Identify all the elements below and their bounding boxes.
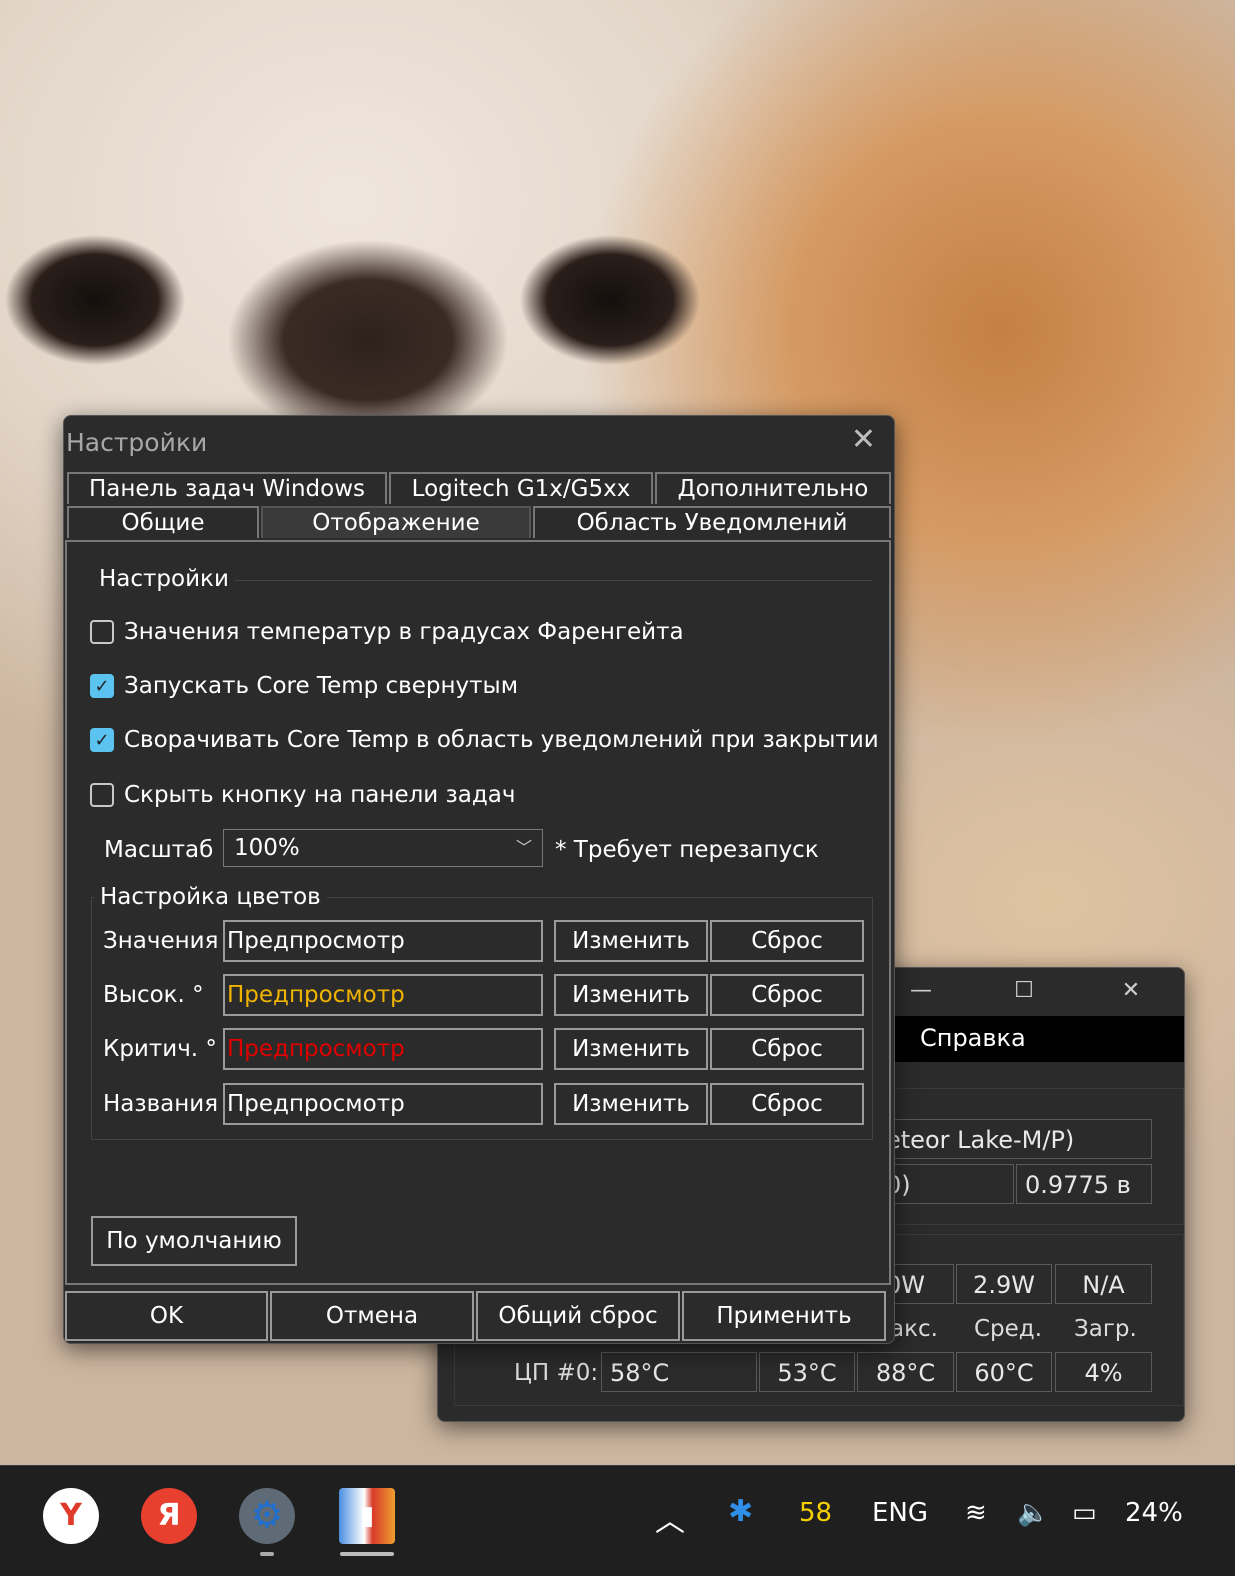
color-preview: Предпросмотр xyxy=(223,920,543,962)
chevron-down-icon: ﹀ xyxy=(515,838,532,857)
color-preview: Предпросмотр xyxy=(223,974,543,1016)
reset-color-button[interactable]: Сброс xyxy=(710,1083,864,1125)
voltage-field: 0.9775 в xyxy=(1016,1164,1152,1204)
core-min-temp: 53°C xyxy=(759,1352,855,1392)
color-row-label: Высок. ° xyxy=(103,982,204,1008)
apply-button[interactable]: Применить xyxy=(682,1291,886,1341)
start-minimized-option[interactable]: ✓ Запускать Core Temp свернутым xyxy=(90,671,518,701)
reset-color-button[interactable]: Сброс xyxy=(710,1028,864,1070)
yandex-icon[interactable]: Я xyxy=(141,1488,197,1544)
reset-color-button[interactable]: Сброс xyxy=(710,920,864,962)
battery-percent[interactable]: 24% xyxy=(1125,1498,1183,1528)
wifi-icon[interactable]: ≋ xyxy=(965,1498,987,1528)
cancel-button[interactable]: Отмена xyxy=(270,1291,474,1341)
colors-group-title: Настройка цветов xyxy=(94,884,327,910)
color-preview: Предпросмотр xyxy=(223,1028,543,1070)
tab-logitech[interactable]: Logitech G1x/G5xx xyxy=(389,472,653,504)
start-minimized-label: Запускать Core Temp свернутым xyxy=(124,673,519,699)
minimize-to-tray-checkbox[interactable]: ✓ xyxy=(90,728,114,752)
change-color-button[interactable]: Изменить xyxy=(554,920,708,962)
minimize-to-tray-label: Сворачивать Core Temp в область уведомле… xyxy=(124,727,879,753)
settings-gear-icon[interactable]: ⚙ xyxy=(239,1488,295,1544)
bluetooth-icon[interactable]: ✱ xyxy=(728,1494,753,1529)
color-row-label: Названия xyxy=(103,1091,219,1117)
menu-help[interactable]: Справка xyxy=(920,1024,1026,1052)
column-header-avg: Сред. xyxy=(974,1316,1043,1342)
minimize-button[interactable]: — xyxy=(898,976,944,1006)
reset-all-button[interactable]: Общий сброс xyxy=(476,1291,680,1341)
battery-icon[interactable]: ▭ xyxy=(1072,1498,1097,1528)
fahrenheit-checkbox[interactable] xyxy=(90,620,114,644)
change-color-button[interactable]: Изменить xyxy=(554,1083,708,1125)
reset-color-button[interactable]: Сброс xyxy=(710,974,864,1016)
core-load: 4% xyxy=(1055,1352,1152,1392)
active-app-indicator xyxy=(340,1552,394,1556)
core-max-temp: 88°C xyxy=(857,1352,954,1392)
core-label: ЦП #0: xyxy=(514,1360,599,1386)
language-indicator[interactable]: ENG xyxy=(872,1498,928,1528)
color-row-label: Критич. ° xyxy=(103,1036,217,1062)
hide-taskbar-button-option[interactable]: Скрыть кнопку на панели задач xyxy=(90,780,515,810)
fahrenheit-label: Значения температур в градусах Фаренгейт… xyxy=(124,619,684,645)
color-preview: Предпросмотр xyxy=(223,1083,543,1125)
tab-general[interactable]: Общие xyxy=(67,506,259,538)
dialog-title: Настройки xyxy=(66,428,208,457)
change-color-button[interactable]: Изменить xyxy=(554,974,708,1016)
color-row-label: Значения xyxy=(103,928,219,954)
ok-button[interactable]: OK xyxy=(65,1291,268,1341)
scale-label: Масштаб xyxy=(104,837,214,863)
tab-windows-taskbar[interactable]: Панель задач Windows xyxy=(67,472,387,504)
maximize-button[interactable]: ☐ xyxy=(1001,976,1047,1006)
tab-notification-area[interactable]: Область Уведомлений xyxy=(533,506,891,538)
core-current-temp: 58°C xyxy=(601,1352,757,1392)
hide-taskbar-button-label: Скрыть кнопку на панели задач xyxy=(124,782,516,808)
minimize-to-tray-option[interactable]: ✓ Сворачивать Core Temp в область уведом… xyxy=(90,725,879,755)
change-color-button[interactable]: Изменить xyxy=(554,1028,708,1070)
tab-advanced[interactable]: Дополнительно xyxy=(655,472,891,504)
settings-group-title: Настройки xyxy=(93,566,235,592)
restart-note: * Требует перезапуск xyxy=(555,837,819,863)
close-icon[interactable]: ✕ xyxy=(851,422,876,457)
column-header-load: Загр. xyxy=(1074,1316,1137,1342)
frequency-field: 0) xyxy=(878,1164,1014,1204)
yandex-browser-icon[interactable]: Y xyxy=(43,1488,99,1544)
fahrenheit-option[interactable]: Значения температур в градусах Фаренгейт… xyxy=(90,617,684,647)
power-field-2: 2.9W xyxy=(956,1264,1052,1304)
group-separator xyxy=(222,580,872,581)
start-minimized-checkbox[interactable]: ✓ xyxy=(90,674,114,698)
volume-icon[interactable]: 🔈 xyxy=(1017,1498,1049,1528)
close-button[interactable]: ✕ xyxy=(1108,976,1154,1006)
power-field-3: N/A xyxy=(1055,1264,1152,1304)
scale-dropdown[interactable]: 100% ﹀ xyxy=(223,829,543,867)
hide-taskbar-button-checkbox[interactable] xyxy=(90,783,114,807)
scale-value: 100% xyxy=(234,835,300,861)
cpu-model-field: eteor Lake-M/P) xyxy=(878,1119,1152,1159)
tab-display[interactable]: Отображение xyxy=(261,506,531,538)
core-temp-icon[interactable]: ▮ xyxy=(339,1488,395,1544)
column-header-max: акс. xyxy=(890,1316,938,1342)
running-indicator xyxy=(260,1552,274,1556)
tray-temperature[interactable]: 58 xyxy=(799,1498,832,1528)
chevron-up-icon[interactable]: ︿ xyxy=(655,1496,685,1540)
defaults-button[interactable]: По умолчанию xyxy=(91,1216,297,1266)
taskbar: Y Я ⚙ ▮ ︿ ✱ 58 ENG ≋ 🔈 ▭ 24% xyxy=(0,1465,1235,1576)
core-avg-temp: 60°C xyxy=(956,1352,1052,1392)
